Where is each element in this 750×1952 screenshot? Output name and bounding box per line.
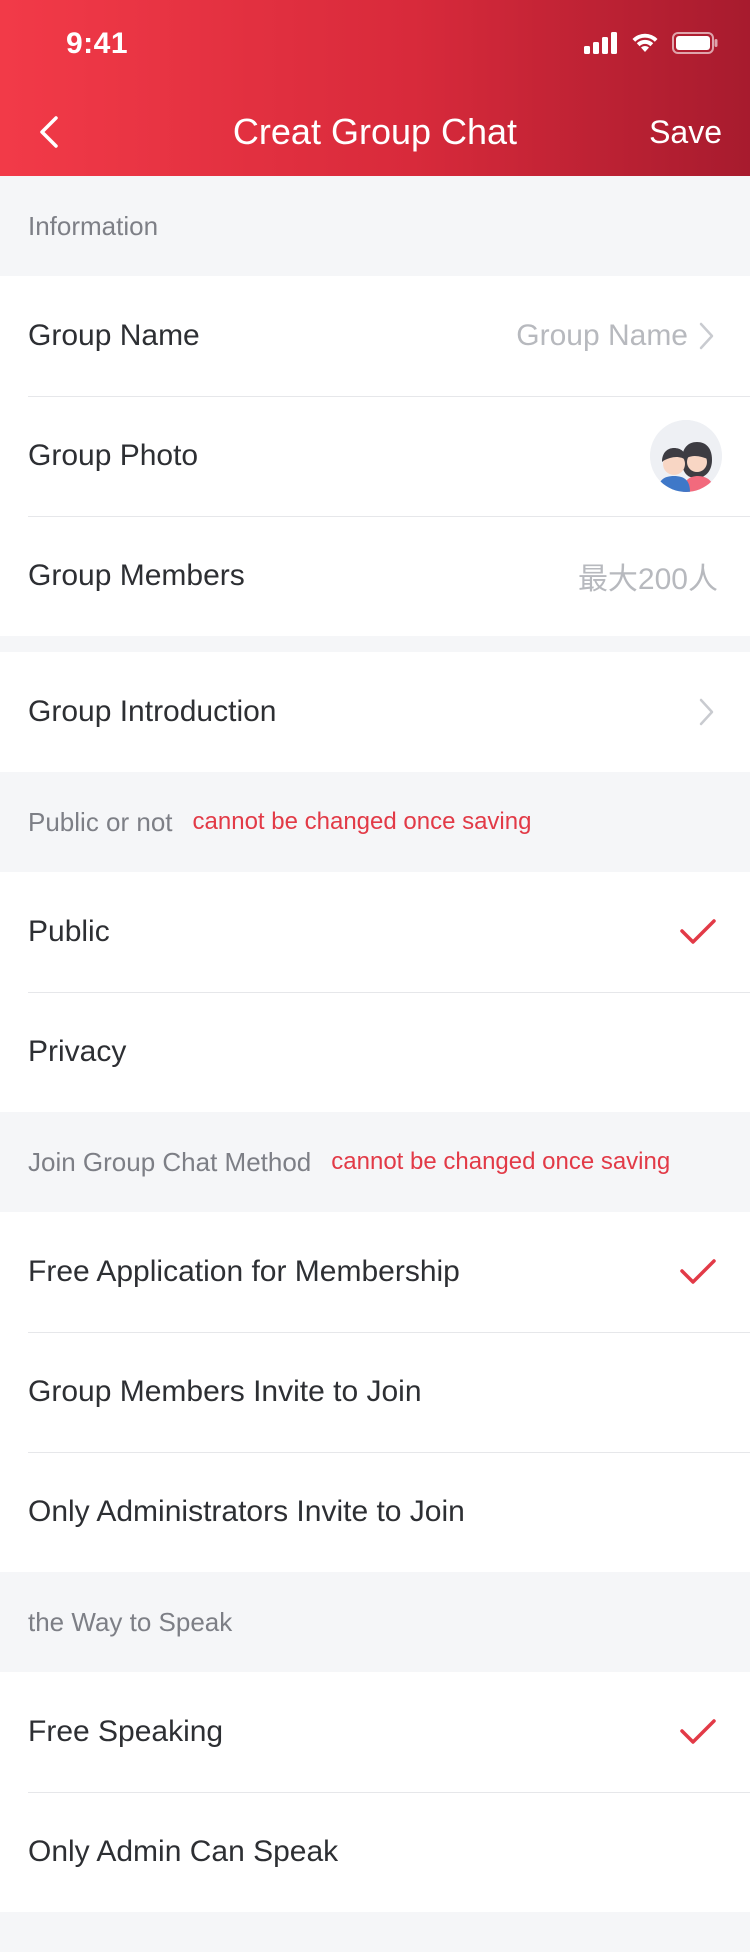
- section-join-method: Join Group Chat Method cannot be changed…: [0, 1112, 750, 1212]
- status-bar: 9:41: [0, 0, 750, 88]
- group-photo-label: Group Photo: [28, 439, 199, 472]
- option-label: Public: [28, 915, 110, 948]
- section-speak: the Way to Speak: [0, 1572, 750, 1672]
- speak-options: Free Speaking Only Admin Can Speak: [0, 1672, 750, 1912]
- nav-bar: Creat Group Chat Save: [0, 88, 750, 176]
- option-label: Privacy: [28, 1035, 127, 1068]
- section-label: the Way to Speak: [28, 1606, 233, 1637]
- option-members-invite[interactable]: Group Members Invite to Join: [0, 1332, 750, 1452]
- option-privacy[interactable]: Privacy: [0, 992, 750, 1112]
- group-introduction-label: Group Introduction: [28, 695, 277, 728]
- option-free-speaking[interactable]: Free Speaking: [0, 1672, 750, 1792]
- section-warning: cannot be changed once saving: [331, 1148, 671, 1175]
- section-label: Information: [28, 210, 159, 241]
- page-title: Creat Group Chat: [232, 111, 518, 152]
- wifi-icon: [632, 33, 658, 52]
- checkmark-icon: [680, 1259, 716, 1284]
- chevron-right-icon: [699, 698, 714, 726]
- content: Information Group Name Group Name Group …: [0, 176, 750, 1912]
- status-time: 9:41: [66, 27, 129, 60]
- option-label: Free Application for Membership: [28, 1255, 460, 1288]
- group-name-row[interactable]: Group Name Group Name: [0, 276, 750, 396]
- save-button[interactable]: Save: [649, 110, 722, 154]
- information-group: Group Name Group Name Group Photo Group …: [0, 276, 750, 636]
- section-warning: cannot be changed once saving: [192, 808, 532, 835]
- group-name-placeholder: Group Name: [516, 319, 688, 352]
- option-label: Only Admin Can Speak: [28, 1835, 339, 1868]
- option-admin-only-speak[interactable]: Only Admin Can Speak: [0, 1792, 750, 1912]
- public-options: Public Privacy: [0, 872, 750, 1112]
- section-information: Information: [0, 176, 750, 276]
- group-name-label: Group Name: [28, 319, 200, 352]
- option-admins-invite[interactable]: Only Administrators Invite to Join: [0, 1452, 750, 1572]
- option-label: Group Members Invite to Join: [28, 1375, 422, 1408]
- group-photo-row[interactable]: Group Photo: [0, 396, 750, 516]
- battery-icon: [672, 32, 718, 54]
- group-members-row[interactable]: Group Members 最大200人: [0, 516, 750, 636]
- option-free-application[interactable]: Free Application for Membership: [0, 1212, 750, 1332]
- section-public: Public or not cannot be changed once sav…: [0, 772, 750, 872]
- group-members-label: Group Members: [28, 559, 245, 592]
- option-label: Free Speaking: [28, 1715, 224, 1748]
- option-public[interactable]: Public: [0, 872, 750, 992]
- status-icons: [584, 32, 718, 54]
- app-header: 9:41 Creat Group Chat Save: [0, 0, 750, 176]
- join-options: Free Application for Membership Group Me…: [0, 1212, 750, 1572]
- introduction-group: Group Introduction: [0, 652, 750, 772]
- section-label: Public or not: [28, 806, 173, 837]
- section-label: Join Group Chat Method: [28, 1146, 312, 1177]
- signal-icon: [584, 32, 617, 54]
- checkmark-icon: [680, 1719, 716, 1744]
- checkmark-icon: [680, 919, 716, 944]
- option-label: Only Administrators Invite to Join: [28, 1495, 465, 1528]
- group-introduction-row[interactable]: Group Introduction: [0, 652, 750, 772]
- group-avatar-icon[interactable]: [650, 420, 722, 492]
- group-members-hint: 最大200人: [577, 563, 718, 596]
- chevron-right-icon: [699, 322, 714, 350]
- spacer: [0, 636, 750, 652]
